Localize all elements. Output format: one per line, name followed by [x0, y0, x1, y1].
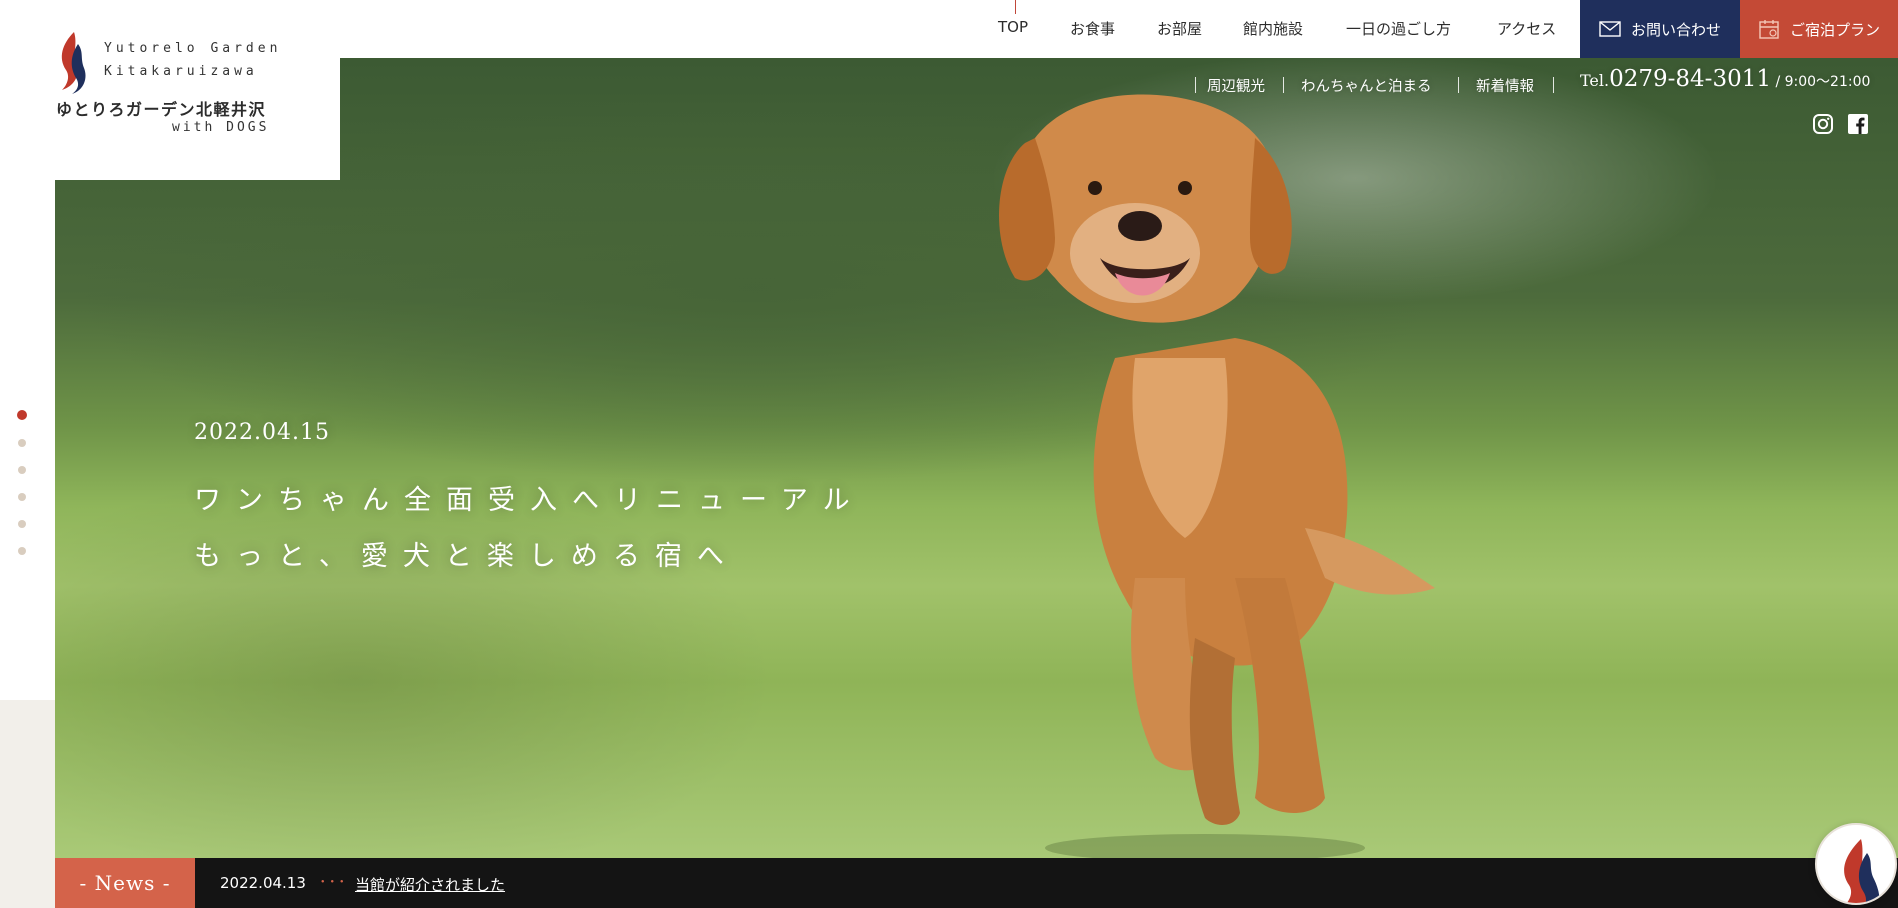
slide-dot-1[interactable] [17, 410, 27, 420]
news-bar: - News - 2022.04.13 ･･･ 当館が紹介されました [55, 858, 1898, 908]
slide-dot-4[interactable] [18, 493, 26, 501]
mail-icon [1599, 21, 1621, 37]
slide-dot-2[interactable] [18, 439, 26, 447]
subnav-news[interactable]: 新着情報 [1476, 75, 1534, 96]
hero-date: 2022.04.15 [194, 420, 330, 445]
news-dots: ･･･ [319, 873, 348, 891]
nav-item-schedule[interactable]: 一日の過ごし方 [1346, 18, 1451, 39]
left-gutter-footer [0, 700, 55, 908]
logo-en-line2: Kitakaruizawa [104, 64, 258, 79]
news-label: - News - [55, 858, 195, 908]
subnav-separator [1195, 77, 1196, 93]
news-link[interactable]: 当館が紹介されました [355, 874, 505, 895]
top-navigation: TOP お食事 お部屋 館内施設 一日の過ごし方 アクセス お問い合わせ ご宿泊… [0, 0, 1898, 58]
slide-dot-6[interactable] [18, 547, 26, 555]
news-date: 2022.04.13 [220, 874, 306, 892]
nav-item-rooms[interactable]: お部屋 [1157, 18, 1202, 39]
slide-dot-5[interactable] [18, 520, 26, 528]
hero-headline-line1: ワンちゃん全面受入へリニューアル [194, 485, 865, 516]
slide-dot-3[interactable] [18, 466, 26, 474]
stay-plan-label: ご宿泊プラン [1789, 20, 1880, 39]
tel-hours: / 9:00〜21:00 [1771, 74, 1871, 90]
subnav-separator [1553, 77, 1554, 93]
logo-ja-name: ゆとりろガーデン北軽井沢 [56, 100, 267, 119]
hero-headline-line2: もっと、愛犬と楽しめる宿へ [194, 541, 739, 572]
calendar-icon [1759, 20, 1779, 39]
contact-label: お問い合わせ [1630, 20, 1721, 39]
floating-logo-button[interactable] [1815, 823, 1897, 905]
instagram-icon[interactable] [1812, 113, 1834, 135]
contact-button[interactable]: お問い合わせ [1580, 0, 1740, 58]
subnav-stay-with-dogs[interactable]: わんちゃんと泊まる [1301, 75, 1432, 96]
nav-active-marker [1015, 0, 1016, 14]
stay-plan-button[interactable]: ご宿泊プラン [1740, 0, 1898, 58]
subnav-separator [1458, 77, 1459, 93]
tel-info[interactable]: Tel.0279-84-3011 / 9:00〜21:00 [1580, 66, 1870, 92]
nav-item-facilities[interactable]: 館内施設 [1243, 18, 1303, 39]
nav-item-dining[interactable]: お食事 [1070, 18, 1115, 39]
nav-item-top[interactable]: TOP [998, 18, 1028, 36]
logo-with-dogs: with DOGS [172, 120, 270, 135]
subnav-separator [1283, 77, 1284, 93]
tel-prefix: Tel. [1580, 71, 1610, 90]
running-dog-image [998, 94, 1435, 858]
nav-item-access[interactable]: アクセス [1497, 18, 1556, 39]
tel-number: 0279-84-3011 [1609, 66, 1771, 92]
facebook-icon[interactable] [1847, 113, 1869, 135]
subnav-sightseeing[interactable]: 周辺観光 [1207, 75, 1265, 96]
